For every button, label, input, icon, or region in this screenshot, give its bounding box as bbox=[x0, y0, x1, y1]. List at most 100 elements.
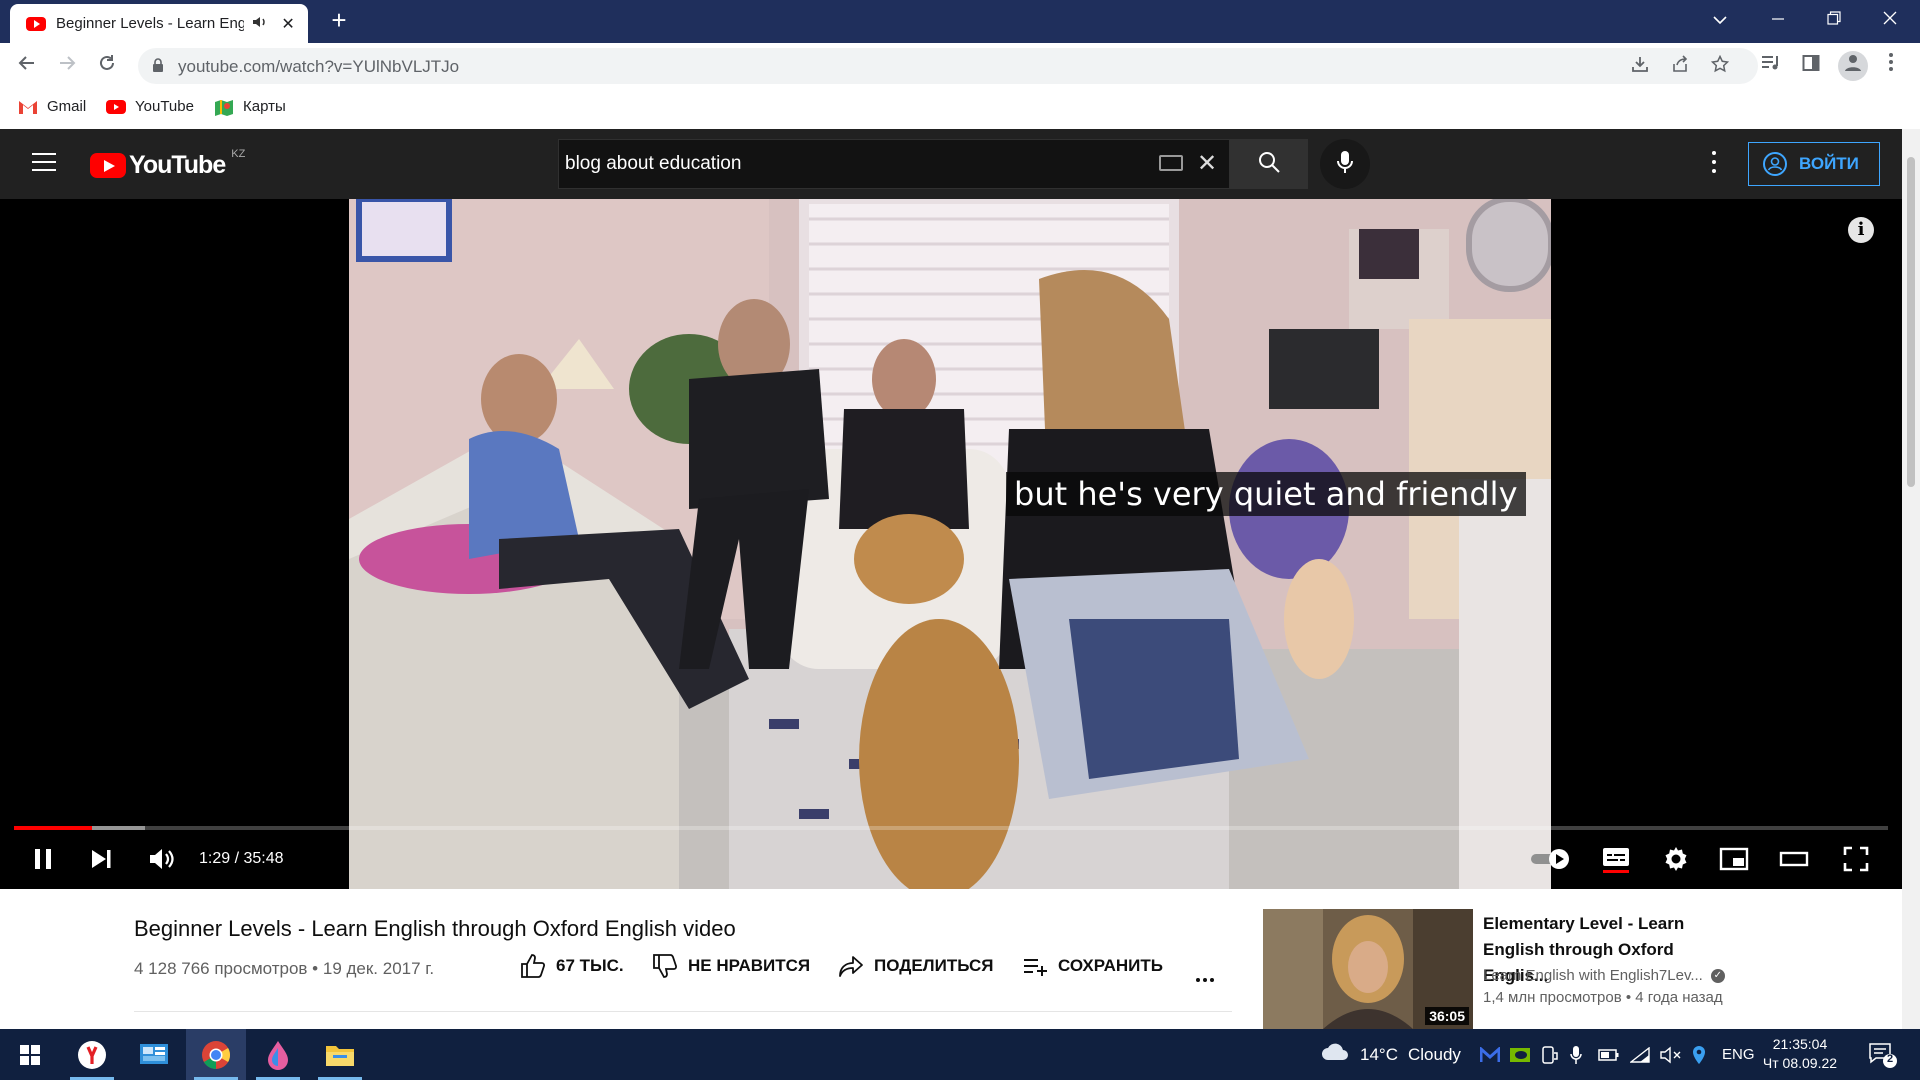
gear-icon bbox=[1663, 846, 1689, 877]
address-bar[interactable]: youtube.com/watch?v=YUlNbVLJTJo bbox=[138, 48, 1758, 84]
bookmark-star-icon[interactable] bbox=[1708, 54, 1732, 77]
fullscreen-button[interactable] bbox=[1838, 843, 1874, 879]
pause-button[interactable] bbox=[28, 843, 58, 879]
more-actions-icon[interactable] bbox=[1196, 969, 1220, 982]
like-button[interactable]: 67 ТЫС. bbox=[520, 953, 624, 979]
youtube-wordmark: YouTube bbox=[129, 151, 226, 179]
profile-avatar-icon[interactable] bbox=[1838, 51, 1868, 81]
dislike-button[interactable]: НЕ НРАВИТСЯ bbox=[652, 953, 810, 979]
clear-search-icon[interactable]: ✕ bbox=[1197, 149, 1217, 178]
control-panel-icon[interactable] bbox=[124, 1029, 184, 1080]
speaker-muted-icon[interactable] bbox=[1660, 1029, 1682, 1080]
install-app-icon[interactable] bbox=[1628, 55, 1652, 77]
notification-center-icon[interactable]: 2 bbox=[1868, 1041, 1898, 1069]
search-query-text[interactable]: blog about education bbox=[565, 153, 741, 175]
info-icon[interactable]: i bbox=[1848, 217, 1874, 243]
share-button[interactable]: ПОДЕЛИТЬСЯ bbox=[838, 953, 994, 979]
window-restore-button[interactable] bbox=[1806, 0, 1862, 40]
chrome-taskbar-icon[interactable] bbox=[186, 1029, 246, 1080]
wifi-icon[interactable] bbox=[1630, 1029, 1650, 1080]
drop-app-icon[interactable] bbox=[248, 1029, 308, 1080]
weather-description: Cloudy bbox=[1407, 1044, 1461, 1064]
tab-search-chevron-icon[interactable] bbox=[1692, 0, 1748, 40]
sign-in-button[interactable]: ВОЙТИ bbox=[1748, 142, 1880, 186]
youtube-page: YouTube KZ blog about education ✕ ВОЙТИ bbox=[0, 129, 1902, 1029]
video-details: Beginner Levels - Learn English through … bbox=[0, 889, 1902, 1029]
progress-bar[interactable] bbox=[14, 826, 1888, 830]
video-frame[interactable] bbox=[349, 199, 1551, 889]
page-scrollbar[interactable] bbox=[1902, 129, 1920, 1029]
tab-audio-playing-icon[interactable] bbox=[252, 15, 268, 32]
phone-link-icon[interactable] bbox=[1540, 1029, 1558, 1080]
nvidia-tray-icon[interactable] bbox=[1510, 1029, 1530, 1080]
reload-icon[interactable] bbox=[92, 51, 122, 81]
bookmark-maps[interactable]: Карты bbox=[214, 98, 286, 116]
settings-button[interactable] bbox=[1658, 843, 1694, 879]
url-text[interactable]: youtube.com/watch?v=YUlNbVLJTJo bbox=[178, 57, 459, 77]
fullscreen-icon bbox=[1843, 846, 1869, 877]
recommended-channel[interactable]: Learn English with English7Lev... ✓ bbox=[1483, 967, 1725, 984]
browser-tab-active[interactable]: Beginner Levels - Learn Engli ✕ bbox=[10, 4, 308, 43]
save-label: СОХРАНИТЬ bbox=[1058, 956, 1163, 975]
youtube-masthead: YouTube KZ blog about education ✕ ВОЙТИ bbox=[0, 129, 1902, 199]
location-pin-icon[interactable] bbox=[1692, 1029, 1706, 1080]
side-panel-icon[interactable] bbox=[1796, 51, 1826, 81]
taskbar-clock[interactable]: 21:35:04 Чт 08.09.22 bbox=[1760, 1035, 1840, 1073]
new-tab-button[interactable]: + bbox=[326, 7, 352, 34]
keyboard-icon[interactable] bbox=[1159, 155, 1183, 171]
windows-taskbar: 14°C Cloudy ENG 21:35:04 Чт 08.09.22 2 bbox=[0, 1029, 1920, 1080]
share-icon[interactable] bbox=[1668, 55, 1692, 77]
skip-next-icon bbox=[89, 847, 113, 876]
tray-app-m-icon[interactable] bbox=[1480, 1029, 1500, 1080]
hamburger-menu-icon[interactable] bbox=[32, 153, 56, 171]
bookmark-youtube[interactable]: YouTube bbox=[106, 98, 194, 115]
account-icon bbox=[1763, 152, 1787, 176]
bookmark-label: Карты bbox=[243, 98, 286, 115]
bookmark-gmail[interactable]: Gmail bbox=[18, 98, 86, 115]
window-minimize-button[interactable] bbox=[1750, 0, 1806, 40]
settings-kebab-icon[interactable] bbox=[1704, 151, 1724, 177]
media-control-icon[interactable] bbox=[1756, 51, 1786, 81]
browser-tab-strip: Beginner Levels - Learn Engli ✕ + bbox=[0, 0, 1920, 43]
add-to-playlist-icon bbox=[1022, 953, 1048, 979]
input-language[interactable]: ENG bbox=[1722, 1029, 1755, 1080]
save-button[interactable]: СОХРАНИТЬ bbox=[1022, 953, 1163, 979]
subtitles-button[interactable] bbox=[1598, 843, 1634, 879]
theater-mode-button[interactable] bbox=[1776, 843, 1812, 879]
search-icon bbox=[1257, 150, 1281, 179]
youtube-logo[interactable]: YouTube KZ bbox=[90, 148, 245, 180]
search-input[interactable]: blog about education ✕ bbox=[558, 139, 1230, 189]
scrollbar-thumb[interactable] bbox=[1907, 157, 1915, 487]
forward-arrow-icon[interactable] bbox=[52, 51, 82, 81]
search-button[interactable] bbox=[1230, 139, 1308, 189]
file-explorer-icon[interactable] bbox=[310, 1029, 370, 1080]
recommended-thumbnail[interactable]: 36:05 bbox=[1263, 909, 1473, 1029]
window-close-button[interactable] bbox=[1862, 0, 1918, 40]
sign-in-label: ВОЙТИ bbox=[1799, 154, 1859, 173]
battery-icon[interactable] bbox=[1598, 1029, 1620, 1080]
browser-toolbar: youtube.com/watch?v=YUlNbVLJTJo bbox=[0, 43, 1920, 89]
miniplayer-button[interactable] bbox=[1716, 843, 1752, 879]
notification-count: 2 bbox=[1886, 1053, 1894, 1065]
voice-search-button[interactable] bbox=[1320, 139, 1370, 189]
lock-icon[interactable] bbox=[152, 58, 164, 72]
youtube-favicon-icon bbox=[26, 16, 46, 31]
share-arrow-icon bbox=[838, 953, 864, 979]
video-player[interactable]: i but he's very quiet and friendly 1:29 … bbox=[0, 199, 1902, 889]
weather-widget[interactable]: 14°C Cloudy bbox=[1320, 1029, 1461, 1080]
back-arrow-icon[interactable] bbox=[12, 51, 42, 81]
yandex-browser-icon[interactable] bbox=[62, 1029, 122, 1080]
dislike-label: НЕ НРАВИТСЯ bbox=[688, 956, 811, 975]
video-title: Beginner Levels - Learn English through … bbox=[134, 916, 736, 941]
windows-start-icon[interactable] bbox=[0, 1029, 60, 1080]
time-display: 1:29 / 35:48 bbox=[199, 850, 284, 867]
recommended-meta: 1,4 млн просмотров • 4 года назад bbox=[1483, 989, 1723, 1006]
subtitle-caption: but he's very quiet and friendly bbox=[1006, 472, 1526, 516]
microphone-tray-icon[interactable] bbox=[1570, 1029, 1582, 1080]
tab-close-icon[interactable]: ✕ bbox=[278, 14, 298, 34]
mute-button[interactable] bbox=[144, 843, 180, 879]
bookmark-label: Gmail bbox=[47, 98, 87, 115]
next-video-button[interactable] bbox=[86, 843, 116, 879]
autoplay-toggle[interactable] bbox=[1528, 843, 1574, 879]
chrome-menu-kebab-icon[interactable] bbox=[1876, 51, 1906, 81]
